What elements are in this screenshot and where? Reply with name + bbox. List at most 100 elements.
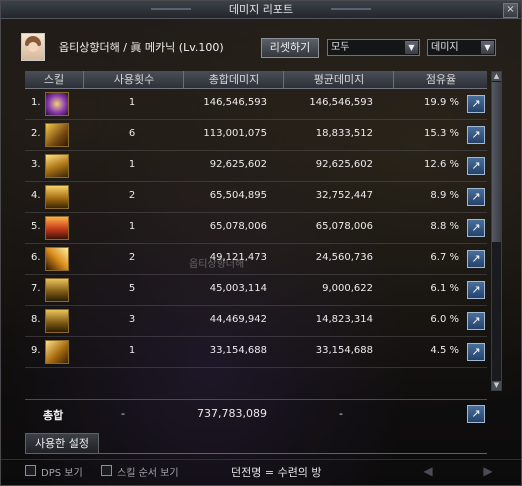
scroll-down-icon[interactable]: ▼ xyxy=(492,381,501,390)
table-row: 1. 1 146,546,593 146,546,593 19.9 % ↗ xyxy=(25,89,487,120)
column-total: 총합데미지 xyxy=(183,71,284,88)
row-total: 92,625,602 xyxy=(209,159,267,170)
row-rank: 6. xyxy=(31,252,41,263)
row-share: 6.0 % xyxy=(430,314,459,325)
hexagon-burst-icon xyxy=(45,92,69,116)
title-bar[interactable]: 데미지 리포트 × xyxy=(1,1,521,19)
table-scrollbar[interactable]: ▲ ▼ xyxy=(491,71,502,391)
row-share: 12.6 % xyxy=(424,159,459,170)
share-icon[interactable]: ↗ xyxy=(467,250,485,268)
dungeon-name: 던전명 = 수련의 방 xyxy=(231,466,322,479)
row-average: 32,752,447 xyxy=(315,190,373,201)
dps-checkbox[interactable] xyxy=(25,465,36,476)
table-row: 5. 1 65,078,006 65,078,006 8.8 % ↗ xyxy=(25,213,487,244)
dps-label: DPS 보기 xyxy=(41,468,83,479)
share-icon[interactable]: ↗ xyxy=(467,95,485,113)
column-count: 사용횟수 xyxy=(83,71,184,88)
total-row: 총합 - 737,783,089 - ↗ xyxy=(25,399,487,428)
rocket-barrage-icon xyxy=(45,340,69,364)
next-arrow-icon[interactable]: ▶ xyxy=(475,464,501,478)
row-share: 19.9 % xyxy=(424,97,459,108)
column-skill: 스킬 xyxy=(43,73,65,86)
character-watermark: 옵티상향더해 xyxy=(189,259,245,270)
row-count: 2 xyxy=(128,190,136,201)
scroll-up-icon[interactable]: ▲ xyxy=(492,72,501,81)
row-average: 14,823,314 xyxy=(315,314,373,325)
type-select[interactable]: 데미지 ▼ xyxy=(427,39,496,56)
row-rank: 7. xyxy=(31,283,41,294)
g2-drone-icon xyxy=(45,278,69,302)
reset-button[interactable]: 리셋하기 xyxy=(261,38,319,58)
row-average: 18,833,512 xyxy=(315,128,373,139)
share-icon[interactable]: ↗ xyxy=(467,219,485,237)
table-row: 8. 3 44,469,942 14,823,314 6.0 % ↗ xyxy=(25,306,487,337)
share-icon[interactable]: ↗ xyxy=(467,157,485,175)
table-row: 3. 1 92,625,602 92,625,602 12.6 % ↗ xyxy=(25,151,487,182)
laser-beam-icon xyxy=(45,247,69,271)
filter-select-value: 모두 xyxy=(331,42,350,53)
share-icon[interactable]: ↗ xyxy=(467,312,485,330)
row-count: 1 xyxy=(128,159,136,170)
title-decoration xyxy=(151,8,191,10)
table-row: 2. 6 113,001,075 18,833,512 15.3 % ↗ xyxy=(25,120,487,151)
row-count: 1 xyxy=(128,345,136,356)
row-average: 65,078,006 xyxy=(315,221,373,232)
row-count: 6 xyxy=(128,128,136,139)
row-count: 1 xyxy=(128,221,136,232)
row-total: 146,546,593 xyxy=(203,97,267,108)
skill-order-checkbox[interactable] xyxy=(101,465,112,476)
row-rank: 5. xyxy=(31,221,41,232)
row-count: 3 xyxy=(128,314,136,325)
character-name: 옵티상향더해 / 眞 메카닉 (Lv.100) xyxy=(59,41,224,54)
report-header: 옵티상향더해 / 眞 메카닉 (Lv.100) 리셋하기 모두 ▼ 데미지 ▼ xyxy=(19,33,499,61)
mech-stack-icon xyxy=(45,185,69,209)
close-button[interactable]: × xyxy=(503,3,518,18)
filter-select[interactable]: 모두 ▼ xyxy=(327,39,420,56)
flame-mech-icon xyxy=(45,216,69,240)
row-rank: 3. xyxy=(31,159,41,170)
table-row: 6. 2 49,121,473 24,560,736 6.7 % ↗ xyxy=(25,244,487,275)
chevron-down-icon[interactable]: ▼ xyxy=(405,41,418,54)
table-row: 9. 1 33,154,688 33,154,688 4.5 % ↗ xyxy=(25,337,487,368)
row-count: 1 xyxy=(128,97,136,108)
row-total: 65,078,006 xyxy=(209,221,267,232)
total-label: 총합 xyxy=(43,409,64,422)
row-total: 45,003,114 xyxy=(209,283,267,294)
footer: DPS 보기 스킬 순서 보기 던전명 = 수련의 방 ◀ ▶ xyxy=(1,459,521,486)
share-icon[interactable]: ↗ xyxy=(467,405,485,423)
table-row: 7. 5 45,003,114 9,000,622 6.1 % ↗ xyxy=(25,275,487,306)
column-share: 점유율 xyxy=(393,71,488,88)
chevron-down-icon[interactable]: ▼ xyxy=(481,41,494,54)
row-total: 44,469,942 xyxy=(209,314,267,325)
share-icon[interactable]: ↗ xyxy=(467,343,485,361)
share-icon[interactable]: ↗ xyxy=(467,126,485,144)
g3-drone-icon xyxy=(45,309,69,333)
row-share: 8.9 % xyxy=(430,190,459,201)
previous-arrow-icon[interactable]: ◀ xyxy=(415,464,441,478)
row-rank: 8. xyxy=(31,314,41,325)
type-select-value: 데미지 xyxy=(431,42,459,53)
row-total: 33,154,688 xyxy=(209,345,267,356)
row-average: 24,560,736 xyxy=(315,252,373,263)
column-average: 평균데미지 xyxy=(283,71,394,88)
row-count: 5 xyxy=(128,283,136,294)
missile-icon xyxy=(45,154,69,178)
row-rank: 1. xyxy=(31,97,41,108)
title-decoration xyxy=(331,8,371,10)
tab-used-settings[interactable]: 사용한 설정 xyxy=(25,433,99,454)
damage-report-window: 데미지 리포트 × 옵티상향더해 / 眞 메카닉 (Lv.100) 리셋하기 모… xyxy=(0,0,522,486)
row-average: 9,000,622 xyxy=(322,283,373,294)
row-share: 15.3 % xyxy=(424,128,459,139)
total-count: - xyxy=(121,407,125,420)
row-share: 6.7 % xyxy=(430,252,459,263)
share-icon[interactable]: ↗ xyxy=(467,188,485,206)
share-icon[interactable]: ↗ xyxy=(467,281,485,299)
total-damage: 737,783,089 xyxy=(197,407,267,420)
row-rank: 4. xyxy=(31,190,41,201)
character-avatar xyxy=(21,33,45,61)
row-share: 4.5 % xyxy=(430,345,459,356)
scroll-thumb[interactable] xyxy=(492,82,501,242)
row-average: 146,546,593 xyxy=(309,97,373,108)
row-share: 8.8 % xyxy=(430,221,459,232)
crossed-cannons-icon xyxy=(45,123,69,147)
